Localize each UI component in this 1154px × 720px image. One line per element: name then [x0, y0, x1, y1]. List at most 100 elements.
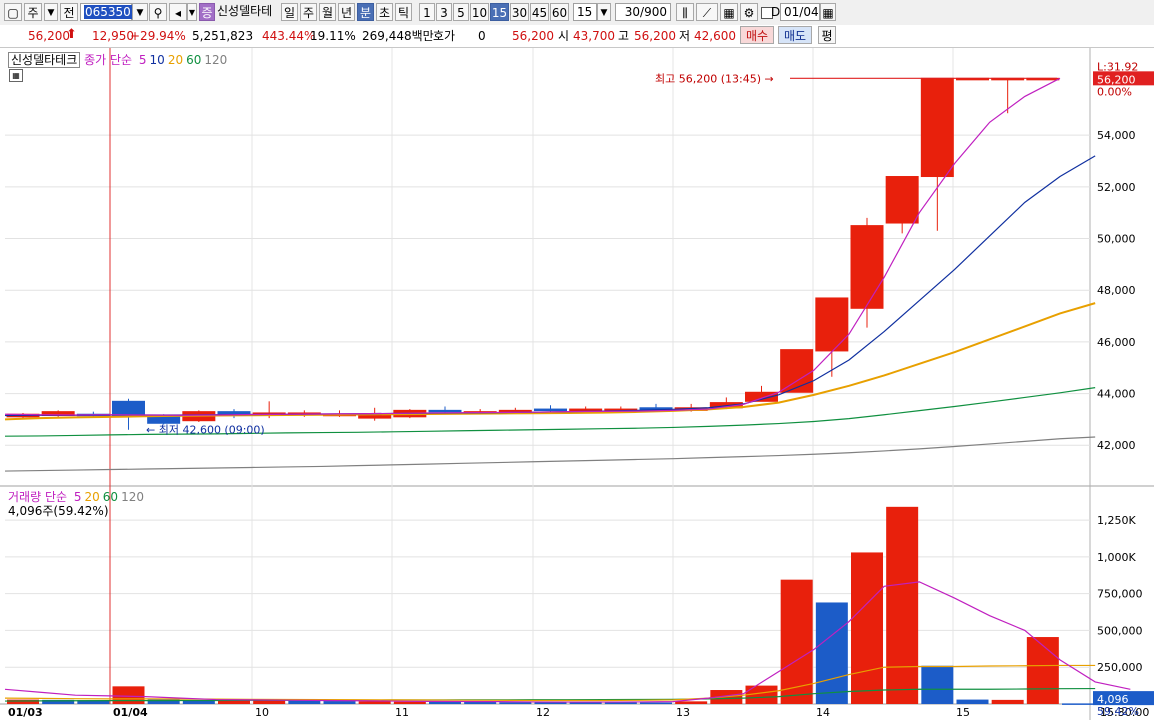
x-tick-label: 01/04 [113, 706, 148, 719]
volume-bar [499, 702, 532, 704]
x-tick-label: 15 [956, 706, 970, 719]
sell-button[interactable]: 매도 [778, 26, 812, 44]
volume-bar [1026, 637, 1059, 704]
volume-bar [851, 552, 883, 704]
speaker-icon[interactable]: ◂ [169, 3, 187, 21]
change-pct-value: +29.94% [130, 29, 186, 43]
date-field[interactable]: 01/04 [780, 3, 820, 21]
volume-tick-label: 500,000 [1097, 624, 1143, 637]
volume-bar [358, 701, 391, 704]
search-icon[interactable]: ⚲ [149, 3, 167, 21]
amount-value: 269,448백만 [362, 29, 434, 43]
high-value: 56,200 [634, 29, 676, 43]
right-top-label: L:31.92 [1097, 60, 1138, 73]
mode-dropdown-icon[interactable]: ▼ [44, 3, 58, 21]
price-tick-label: 54,000 [1097, 129, 1136, 142]
mode-box[interactable]: 주 [24, 3, 42, 21]
candle-icon[interactable]: ⫼ [676, 3, 694, 21]
low-value: 42,600 [694, 29, 736, 43]
gear-icon[interactable]: ⚙ [740, 3, 758, 21]
price-tick-label: 42,000 [1097, 439, 1136, 452]
draw-tool-icon[interactable]: ⟋ [696, 3, 718, 21]
interval-dropdown-icon[interactable]: ▼ [597, 3, 611, 21]
volume-bar [640, 702, 672, 705]
volume-bar [429, 701, 461, 704]
prev-button[interactable]: 전 [60, 3, 78, 21]
interval-select[interactable]: 15 [573, 3, 597, 21]
ma-legend-2: 20 [167, 53, 184, 67]
buy-button[interactable]: 매수 [740, 26, 774, 44]
calendar-icon[interactable]: ▦ [820, 3, 836, 21]
chart-background [0, 48, 1154, 720]
ma-legend-items: 5 10 20 60 120 [136, 53, 227, 67]
period-button-4[interactable]: 분 [357, 3, 374, 21]
change-value: 12,950 [92, 29, 134, 43]
candle-body [534, 408, 567, 412]
candle-body [815, 297, 849, 352]
ma-legend-0: 5 [138, 53, 147, 67]
price-tick-label: 46,000 [1097, 336, 1136, 349]
period-button-2[interactable]: 월 [319, 3, 336, 21]
x-tick-label: 12 [536, 706, 550, 719]
chart-type-icon[interactable]: ▢ [4, 3, 22, 21]
volume-bar [7, 699, 39, 704]
current-value: 56,200 [512, 29, 554, 43]
interval-button-5[interactable]: 5 [453, 3, 469, 21]
hoga-value: 0 [478, 29, 486, 43]
price-tick-label: 44,000 [1097, 388, 1136, 401]
right-pct-label: 0.00% [1097, 85, 1132, 98]
period-button-3[interactable]: 년 [338, 3, 355, 21]
quote-bar: 56,200 ⬆ 12,950 +29.94% 5,251,823 443.44… [0, 25, 1154, 48]
turnover-value: 19.11% [310, 29, 356, 43]
candle-body [112, 400, 145, 417]
price-legend: 신성델타테크 종가 단순 5 10 20 60 120 [8, 51, 227, 68]
stock-label: 신성델타테크 [8, 52, 81, 68]
x-tick-label: 01/03 [8, 706, 43, 719]
volume-bar [780, 579, 813, 704]
candle-body [147, 416, 181, 424]
open-label: 시 [558, 29, 570, 43]
period-button-0[interactable]: 일 [281, 3, 298, 21]
volume-pct-label: 59.42% [1097, 705, 1139, 718]
table-icon[interactable]: ▦ [9, 69, 23, 82]
grid-icon[interactable]: ▦ [720, 3, 738, 21]
volume-bar [1062, 703, 1094, 705]
interval-button-60[interactable]: 60 [550, 3, 569, 21]
stock-badge: 증 [199, 3, 215, 21]
d-checkbox-label: D [771, 5, 781, 19]
interval-button-1[interactable]: 1 [419, 3, 435, 21]
volume-bar [815, 602, 848, 704]
interval-button-3[interactable]: 3 [436, 3, 452, 21]
interval-button-30[interactable]: 30 [510, 3, 529, 21]
candle-body [428, 409, 462, 413]
interval-button-45[interactable]: 45 [530, 3, 549, 21]
ma-legend-3: 60 [186, 53, 202, 67]
stock-code-input[interactable]: 065350 [80, 3, 132, 21]
ma-legend-1: 10 [149, 53, 165, 67]
ma-prefix: 종가 단순 [84, 53, 133, 67]
up-arrow-icon: ⬆ [66, 27, 77, 42]
candle-body [850, 225, 884, 309]
period-button-1[interactable]: 주 [300, 3, 317, 21]
count-field[interactable]: 30/900 [615, 3, 671, 21]
chart-area[interactable]: 최고 56,200 (13:45) → ← 최저 42,600 (09:00) 5… [0, 48, 1154, 720]
volume-bar [886, 506, 919, 704]
hoga-label: 호가 [433, 29, 456, 43]
candle-body [920, 77, 954, 178]
interval-button-15[interactable]: 15 [490, 3, 509, 21]
volume-bar [464, 701, 497, 704]
period-button-5[interactable]: 초 [376, 3, 393, 21]
high-label: 고 [618, 29, 630, 43]
stock-name: 신성델타테 [217, 4, 273, 18]
period-button-6[interactable]: 틱 [395, 3, 412, 21]
volume-tick-label: 250,000 [1097, 661, 1143, 674]
volume-bar [604, 702, 637, 705]
volume-bar [921, 665, 954, 704]
interval-button-10[interactable]: 10 [470, 3, 489, 21]
code-dropdown-icon[interactable]: ▼ [132, 3, 148, 21]
candle-body [885, 176, 919, 224]
speaker-dropdown-icon[interactable]: ▼ [187, 3, 197, 21]
volume-ma-legend-3: 120 [121, 490, 144, 504]
high-annotation: 최고 56,200 (13:45) → [655, 72, 774, 85]
eval-button[interactable]: 평 [818, 26, 836, 44]
